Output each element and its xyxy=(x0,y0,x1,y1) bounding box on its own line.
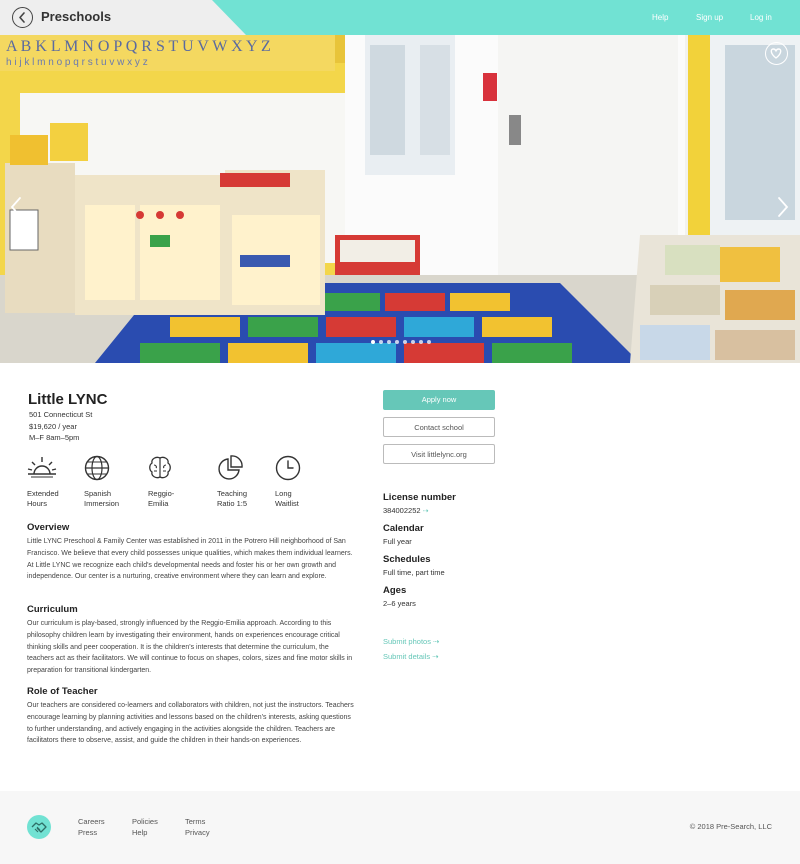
next-photo-button[interactable] xyxy=(775,195,791,219)
school-hours: M–F 8am–5pm xyxy=(29,433,80,442)
footer: Careers Press Policies Help Terms Privac… xyxy=(0,791,800,864)
overview-heading: Overview xyxy=(27,522,70,533)
svg-text:A B K L M N O P Q R S T U V W: A B K L M N O P Q R S T U V W X Y Z xyxy=(6,38,271,55)
footer-policies-link[interactable]: Policies xyxy=(132,817,158,826)
sunrise-icon xyxy=(27,457,57,478)
carousel-dot[interactable] xyxy=(371,340,375,344)
submit-details-label: Submit details xyxy=(383,652,431,661)
ages-heading: Ages xyxy=(383,585,407,596)
schedules-heading: Schedules xyxy=(383,554,431,565)
feature-long-waitlist: Long Waitlist xyxy=(275,455,335,509)
handshake-icon xyxy=(31,822,47,833)
carousel-dot[interactable] xyxy=(379,340,383,344)
logo[interactable] xyxy=(27,815,51,839)
contact-school-button[interactable]: Contact school xyxy=(383,417,495,437)
globe-icon xyxy=(84,455,110,481)
feature-label: Hours xyxy=(27,499,48,508)
school-tuition: $19,620 / year xyxy=(29,422,77,431)
feature-label: Teaching xyxy=(217,489,248,498)
classroom-photo: A B K L M N O P Q R S T U V W X Y Z h i … xyxy=(0,35,800,363)
carousel-dot[interactable] xyxy=(411,340,415,344)
feature-label: Emilia xyxy=(148,499,169,508)
footer-careers-link[interactable]: Careers xyxy=(78,817,105,826)
school-address: 501 Connecticut St xyxy=(29,410,93,419)
curriculum-heading: Curriculum xyxy=(27,604,78,615)
submit-photos-link[interactable]: Submit photos ⇢ xyxy=(383,637,439,646)
feature-extended-hours: Extended Hours xyxy=(27,455,87,509)
license-number-link[interactable]: 384002252 xyxy=(383,506,421,515)
feature-label: Immersion xyxy=(84,499,120,508)
curriculum-text: Our curriculum is play-based, strongly i… xyxy=(27,620,353,675)
overview-text: Little LYNC Preschool & Family Center wa… xyxy=(27,538,353,581)
license-number: 384002252 ⇢ xyxy=(383,506,429,515)
feature-label: Ratio 1:5 xyxy=(217,499,248,508)
top-bar: Preschools Help Sign up Log in xyxy=(0,0,800,35)
footer-terms-link[interactable]: Terms xyxy=(185,817,205,826)
ages-value: 2–6 years xyxy=(383,599,416,608)
nav-login-link[interactable]: Log in xyxy=(750,13,772,22)
feature-spanish-immersion: Spanish Immersion xyxy=(84,455,144,509)
carousel-dot[interactable] xyxy=(395,340,399,344)
page-title: Preschools xyxy=(41,9,112,24)
footer-press-link[interactable]: Press xyxy=(78,828,97,837)
back-button[interactable] xyxy=(12,7,33,28)
feature-label: Long xyxy=(275,489,292,498)
nav-signup-link[interactable]: Sign up xyxy=(696,13,723,22)
carousel-dot[interactable] xyxy=(427,340,431,344)
role-of-teacher-text: Our teachers are considered co-learners … xyxy=(27,702,354,745)
footer-privacy-link[interactable]: Privacy xyxy=(185,828,210,837)
carousel-indicator xyxy=(371,340,431,344)
feature-label: Reggio- xyxy=(148,489,175,498)
chevron-right-icon xyxy=(778,197,789,217)
submit-photos-label: Submit photos xyxy=(383,637,431,646)
footer-help-link[interactable]: Help xyxy=(132,828,147,837)
arrow-icon: ⇢ xyxy=(422,508,429,515)
feature-label: Extended xyxy=(27,489,59,498)
license-heading: License number xyxy=(383,492,456,503)
carousel-dot[interactable] xyxy=(403,340,407,344)
pie-chart-icon xyxy=(218,455,243,480)
school-name: Little LYNC xyxy=(28,391,108,408)
calendar-heading: Calendar xyxy=(383,523,424,534)
arrow-icon: ⇢ xyxy=(432,652,439,661)
feature-label: Waitlist xyxy=(275,499,299,508)
nav-help-link[interactable]: Help xyxy=(652,13,668,22)
clock-icon xyxy=(275,455,301,481)
photo-carousel[interactable]: A B K L M N O P Q R S T U V W X Y Z h i … xyxy=(0,35,800,363)
role-of-teacher-heading: Role of Teacher xyxy=(27,686,98,697)
carousel-dot[interactable] xyxy=(419,340,423,344)
apply-now-button[interactable]: Apply now xyxy=(383,390,495,410)
title-tab xyxy=(0,0,246,35)
favorite-button[interactable] xyxy=(765,42,788,65)
submit-details-link[interactable]: Submit details ⇢ xyxy=(383,652,439,661)
feature-reggio-emilia: Reggio- Emilia xyxy=(148,455,208,509)
carousel-dot[interactable] xyxy=(387,340,391,344)
chevron-left-icon xyxy=(10,197,21,217)
schedules-value: Full time, part time xyxy=(383,568,445,577)
calendar-value: Full year xyxy=(383,537,412,546)
feature-label: Spanish xyxy=(84,489,112,498)
heart-icon xyxy=(770,48,782,59)
feature-teaching-ratio: Teaching Ratio 1:5 xyxy=(217,455,277,509)
chevron-left-icon xyxy=(19,12,25,23)
previous-photo-button[interactable] xyxy=(8,195,24,219)
svg-text:h i j k l m n o p q r s t u v: h i j k l m n o p q r s t u v w x y z xyxy=(6,57,148,68)
brain-icon xyxy=(149,456,171,479)
visit-website-button[interactable]: Visit littlelync.org xyxy=(383,444,495,464)
copyright-text: © 2018 Pre-Search, LLC xyxy=(689,822,772,831)
arrow-icon: ⇢ xyxy=(433,637,440,646)
